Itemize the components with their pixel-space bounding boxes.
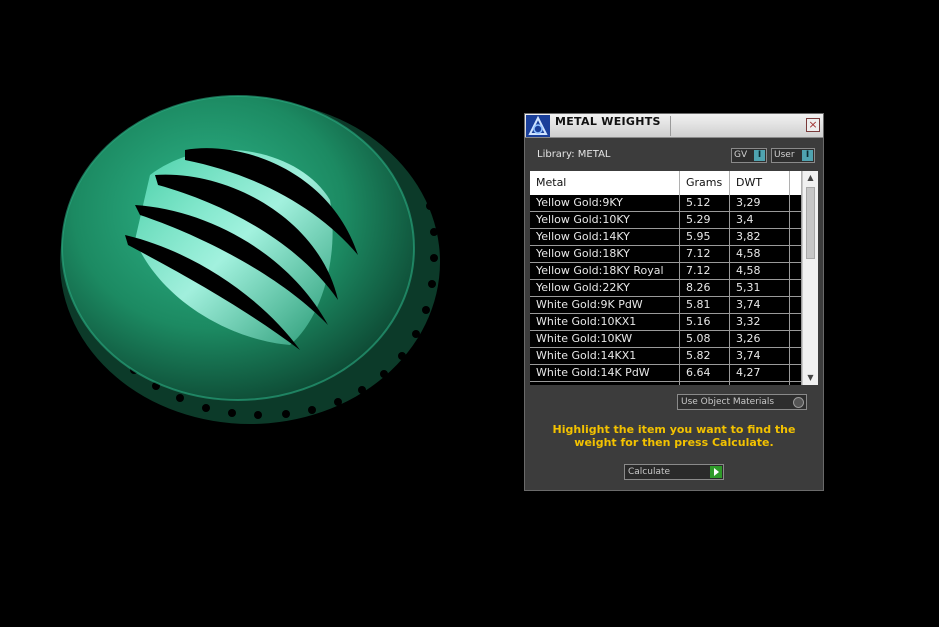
panel-titlebar[interactable]: METAL WEIGHTS ×	[525, 114, 823, 138]
play-arrow-icon	[710, 466, 722, 478]
table-scrollbar[interactable]: ▲ ▼	[802, 171, 818, 385]
extra-cell	[790, 246, 802, 262]
table-header: Metal Grams DWT	[530, 171, 802, 195]
ring-render	[60, 95, 440, 424]
extra-cell	[790, 263, 802, 279]
gv-toggle[interactable]: GV I	[731, 148, 767, 163]
table-row[interactable]: White Gold:14KX1 5.82 3,74	[530, 348, 802, 365]
grams-cell: 5.95	[680, 229, 730, 245]
title-divider	[670, 116, 671, 136]
dwt-cell: 3,32	[730, 314, 790, 330]
table-row[interactable]: Yellow Gold:9KY 5.12 3,29	[530, 195, 802, 212]
dwt-cell: 3,74	[730, 348, 790, 364]
close-button[interactable]: ×	[806, 118, 820, 132]
metal-cell: White Gold:10KX1	[530, 314, 680, 330]
table-row[interactable]: White Gold:10KW 5.08 3,26	[530, 331, 802, 348]
table-row[interactable]: White Gold:14K PdW 6.64 4,27	[530, 365, 802, 382]
grams-cell: 5.12	[680, 195, 730, 211]
metal-cell: White Gold:14K PdW	[530, 365, 680, 381]
scroll-thumb[interactable]	[806, 187, 815, 259]
3d-viewport[interactable]	[0, 0, 520, 623]
table-row[interactable]: White Gold:10KX1 5.16 3,32	[530, 314, 802, 331]
radio-icon	[793, 397, 804, 408]
table-row[interactable]: Yellow Gold:22KY 8.26 5,31	[530, 280, 802, 297]
panel-title: METAL WEIGHTS	[555, 115, 661, 128]
extra-cell	[790, 297, 802, 313]
user-toggle[interactable]: User I	[771, 148, 815, 163]
extra-cell	[790, 212, 802, 228]
dwt-cell: 4,27	[730, 365, 790, 381]
table-row[interactable]: Yellow Gold:10KY 5.29 3,4	[530, 212, 802, 229]
dwt-cell: 3,26	[730, 331, 790, 347]
column-header-grams[interactable]: Grams	[680, 171, 730, 195]
dwt-cell: 3,4	[730, 212, 790, 228]
calculate-button[interactable]: Calculate	[624, 464, 724, 480]
metal-cell: Yellow Gold:22KY	[530, 280, 680, 296]
extra-cell	[790, 331, 802, 347]
column-header-extra	[790, 171, 802, 195]
grams-cell: 5.81	[680, 297, 730, 313]
grams-cell: 5.82	[680, 348, 730, 364]
gv-toggle-label: GV	[734, 150, 748, 160]
metal-cell: Yellow Gold:14KY	[530, 229, 680, 245]
metal-cell: Yellow Gold:18KY Royal	[530, 263, 680, 279]
metal-weights-panel: METAL WEIGHTS × Library: METAL GV I User…	[524, 113, 824, 491]
table-rows: Yellow Gold:9KY 5.12 3,29 Yellow Gold:10KY 5…	[530, 195, 802, 385]
dwt-cell: 3,74	[730, 297, 790, 313]
app-logo-icon	[526, 115, 550, 137]
metal-cell: Yellow Gold:10KY	[530, 212, 680, 228]
gv-toggle-indicator-icon: I	[754, 150, 765, 161]
grams-cell: 5.08	[680, 331, 730, 347]
grams-cell: 5.81	[680, 382, 730, 385]
table-row[interactable]: White Gold:14KW5.813,74	[530, 382, 802, 385]
use-object-materials-toggle[interactable]: Use Object Materials	[677, 394, 807, 410]
table-row[interactable]: Yellow Gold:18KY 7.12 4,58	[530, 246, 802, 263]
metal-cell: White Gold:10KW	[530, 331, 680, 347]
column-header-metal[interactable]: Metal	[530, 171, 680, 195]
scroll-down-icon[interactable]: ▼	[803, 371, 818, 385]
table-row[interactable]: White Gold:9K PdW 5.81 3,74	[530, 297, 802, 314]
extra-cell	[790, 348, 802, 364]
dwt-cell: 4,58	[730, 246, 790, 262]
grams-cell: 7.12	[680, 263, 730, 279]
scroll-up-icon[interactable]: ▲	[803, 171, 818, 185]
user-toggle-indicator-icon: I	[802, 150, 813, 161]
grams-cell: 8.26	[680, 280, 730, 296]
grams-cell: 5.16	[680, 314, 730, 330]
user-toggle-label: User	[774, 150, 795, 160]
extra-cell	[790, 229, 802, 245]
grams-cell: 5.29	[680, 212, 730, 228]
column-header-dwt[interactable]: DWT	[730, 171, 790, 195]
table-row[interactable]: Yellow Gold:18KY Royal 7.12 4,58	[530, 263, 802, 280]
metal-cell: Yellow Gold:9KY	[530, 195, 680, 211]
metal-cell: White Gold:14KX1	[530, 348, 680, 364]
library-label: Library: METAL	[537, 149, 611, 160]
grams-cell: 7.12	[680, 246, 730, 262]
dwt-cell: 3,29	[730, 195, 790, 211]
dwt-cell: 5,31	[730, 280, 790, 296]
calculate-label: Calculate	[628, 467, 671, 477]
metal-table: Metal Grams DWT Yellow Gold:9KY 5.12 3,29 Y…	[530, 171, 818, 385]
extra-cell	[790, 280, 802, 296]
hint-text: Highlight the item you want to find the …	[552, 423, 796, 449]
dwt-cell: 4,58	[730, 263, 790, 279]
extra-cell	[790, 365, 802, 381]
dwt-cell: 3,74	[730, 382, 790, 385]
metal-cell: White Gold:9K PdW	[530, 297, 680, 313]
grams-cell: 6.64	[680, 365, 730, 381]
extra-cell	[790, 195, 802, 211]
table-row[interactable]: Yellow Gold:14KY 5.95 3,82	[530, 229, 802, 246]
metal-cell: White Gold:14KW	[530, 382, 680, 385]
metal-cell: Yellow Gold:18KY	[530, 246, 680, 262]
use-object-materials-label: Use Object Materials	[681, 397, 775, 407]
dwt-cell: 3,82	[730, 229, 790, 245]
extra-cell	[790, 382, 802, 385]
extra-cell	[790, 314, 802, 330]
